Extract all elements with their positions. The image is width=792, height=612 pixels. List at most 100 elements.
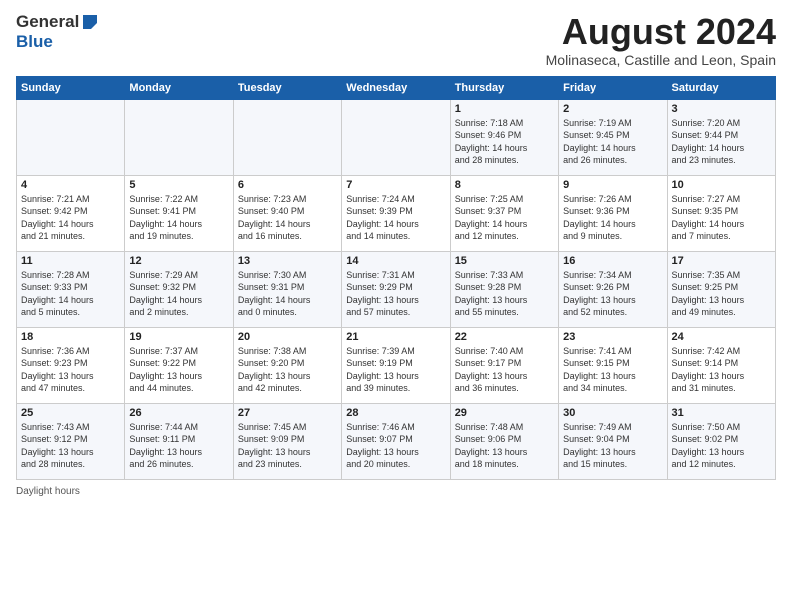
day-cell: 18Sunrise: 7:36 AM Sunset: 9:23 PM Dayli… (17, 327, 125, 403)
day-cell: 19 Sunrise: 7:37 AM Sunset: 9:22 PM Dayli… (125, 327, 233, 403)
day-info: Sunrise: 7:22 AM Sunset: 9:41 PM Dayligh… (129, 193, 228, 243)
day-number: 21 (346, 331, 445, 343)
day-number: 10 (672, 179, 771, 191)
title-block: August 2024 Molinaseca, Castille and Leo… (546, 12, 776, 68)
week-row-3: 11Sunrise: 7:28 AM Sunset: 9:33 PM Dayli… (17, 251, 776, 327)
day-cell: 26 Sunrise: 7:44 AM Sunset: 9:11 PM Dayli… (125, 403, 233, 479)
header-cell-wednesday: Wednesday (342, 76, 450, 99)
day-cell: 23Sunrise: 7:41 AM Sunset: 9:15 PM Dayli… (559, 327, 667, 403)
day-cell: 22Sunrise: 7:40 AM Sunset: 9:17 PM Dayli… (450, 327, 558, 403)
day-number: 15 (455, 255, 554, 267)
day-cell: 10Sunrise: 7:27 AM Sunset: 9:35 PM Dayli… (667, 175, 775, 251)
day-cell: 11Sunrise: 7:28 AM Sunset: 9:33 PM Dayli… (17, 251, 125, 327)
day-number: 4 (21, 179, 120, 191)
day-info: Sunrise: 7:50 AM Sunset: 9:02 PM Dayligh… (672, 421, 771, 471)
day-cell (17, 99, 125, 175)
day-cell: 9 Sunrise: 7:26 AM Sunset: 9:36 PM Daylig… (559, 175, 667, 251)
day-info: Sunrise: 7:45 AM Sunset: 9:09 PM Dayligh… (238, 421, 337, 471)
day-info: Sunrise: 7:30 AM Sunset: 9:31 PM Dayligh… (238, 269, 337, 319)
logo-line-1: General (16, 12, 99, 32)
day-number: 23 (563, 331, 662, 343)
day-info: Sunrise: 7:23 AM Sunset: 9:40 PM Dayligh… (238, 193, 337, 243)
day-info: Sunrise: 7:20 AM Sunset: 9:44 PM Dayligh… (672, 117, 771, 167)
header-cell-tuesday: Tuesday (233, 76, 341, 99)
day-cell: 1 Sunrise: 7:18 AM Sunset: 9:46 PM Daylig… (450, 99, 558, 175)
day-info: Sunrise: 7:38 AM Sunset: 9:20 PM Dayligh… (238, 345, 337, 395)
day-cell: 6 Sunrise: 7:23 AM Sunset: 9:40 PM Daylig… (233, 175, 341, 251)
day-number: 2 (563, 103, 662, 115)
day-cell: 2 Sunrise: 7:19 AM Sunset: 9:45 PM Daylig… (559, 99, 667, 175)
day-number: 6 (238, 179, 337, 191)
logo-icon (81, 13, 99, 31)
day-cell (125, 99, 233, 175)
calendar-table: SundayMondayTuesdayWednesdayThursdayFrid… (16, 76, 776, 480)
day-number: 27 (238, 407, 337, 419)
day-info: Sunrise: 7:49 AM Sunset: 9:04 PM Dayligh… (563, 421, 662, 471)
header-cell-sunday: Sunday (17, 76, 125, 99)
day-info: Sunrise: 7:37 AM Sunset: 9:22 PM Dayligh… (129, 345, 228, 395)
week-row-5: 25 Sunrise: 7:43 AM Sunset: 9:12 PM Dayli… (17, 403, 776, 479)
day-info: Sunrise: 7:25 AM Sunset: 9:37 PM Dayligh… (455, 193, 554, 243)
logo-line-2: Blue (16, 32, 53, 52)
day-cell (233, 99, 341, 175)
header: General Blue August 2024 Molinaseca, Cas… (16, 12, 776, 68)
footer: Daylight hours (16, 486, 776, 497)
day-number: 5 (129, 179, 228, 191)
logo-general: General (16, 12, 79, 32)
day-cell (342, 99, 450, 175)
day-number: 30 (563, 407, 662, 419)
day-cell: 12 Sunrise: 7:29 AM Sunset: 9:32 PM Dayli… (125, 251, 233, 327)
day-info: Sunrise: 7:19 AM Sunset: 9:45 PM Dayligh… (563, 117, 662, 167)
day-info: Sunrise: 7:24 AM Sunset: 9:39 PM Dayligh… (346, 193, 445, 243)
day-cell: 30 Sunrise: 7:49 AM Sunset: 9:04 PM Dayli… (559, 403, 667, 479)
day-number: 31 (672, 407, 771, 419)
day-info: Sunrise: 7:18 AM Sunset: 9:46 PM Dayligh… (455, 117, 554, 167)
day-number: 19 (129, 331, 228, 343)
logo: General Blue (16, 12, 99, 52)
day-cell: 16 Sunrise: 7:34 AM Sunset: 9:26 PM Dayli… (559, 251, 667, 327)
day-number: 16 (563, 255, 662, 267)
day-info: Sunrise: 7:31 AM Sunset: 9:29 PM Dayligh… (346, 269, 445, 319)
day-number: 25 (21, 407, 120, 419)
calendar-subtitle: Molinaseca, Castille and Leon, Spain (546, 52, 776, 68)
page: General Blue August 2024 Molinaseca, Cas… (0, 0, 792, 505)
day-info: Sunrise: 7:48 AM Sunset: 9:06 PM Dayligh… (455, 421, 554, 471)
day-info: Sunrise: 7:43 AM Sunset: 9:12 PM Dayligh… (21, 421, 120, 471)
day-number: 26 (129, 407, 228, 419)
day-info: Sunrise: 7:44 AM Sunset: 9:11 PM Dayligh… (129, 421, 228, 471)
week-row-2: 4Sunrise: 7:21 AM Sunset: 9:42 PM Daylig… (17, 175, 776, 251)
day-number: 28 (346, 407, 445, 419)
day-info: Sunrise: 7:26 AM Sunset: 9:36 PM Dayligh… (563, 193, 662, 243)
day-number: 9 (563, 179, 662, 191)
day-cell: 24Sunrise: 7:42 AM Sunset: 9:14 PM Dayli… (667, 327, 775, 403)
day-number: 24 (672, 331, 771, 343)
day-number: 17 (672, 255, 771, 267)
header-cell-saturday: Saturday (667, 76, 775, 99)
day-number: 1 (455, 103, 554, 115)
calendar-body: 1 Sunrise: 7:18 AM Sunset: 9:46 PM Daylig… (17, 99, 776, 479)
day-info: Sunrise: 7:33 AM Sunset: 9:28 PM Dayligh… (455, 269, 554, 319)
day-number: 18 (21, 331, 120, 343)
calendar-title: August 2024 (546, 12, 776, 52)
calendar-header: SundayMondayTuesdayWednesdayThursdayFrid… (17, 76, 776, 99)
day-cell: 14 Sunrise: 7:31 AM Sunset: 9:29 PM Dayli… (342, 251, 450, 327)
day-info: Sunrise: 7:28 AM Sunset: 9:33 PM Dayligh… (21, 269, 120, 319)
day-info: Sunrise: 7:29 AM Sunset: 9:32 PM Dayligh… (129, 269, 228, 319)
header-cell-thursday: Thursday (450, 76, 558, 99)
day-info: Sunrise: 7:46 AM Sunset: 9:07 PM Dayligh… (346, 421, 445, 471)
day-info: Sunrise: 7:35 AM Sunset: 9:25 PM Dayligh… (672, 269, 771, 319)
day-number: 12 (129, 255, 228, 267)
day-number: 20 (238, 331, 337, 343)
day-info: Sunrise: 7:34 AM Sunset: 9:26 PM Dayligh… (563, 269, 662, 319)
day-number: 14 (346, 255, 445, 267)
day-cell: 17 Sunrise: 7:35 AM Sunset: 9:25 PM Dayli… (667, 251, 775, 327)
day-cell: 20 Sunrise: 7:38 AM Sunset: 9:20 PM Dayli… (233, 327, 341, 403)
header-row: SundayMondayTuesdayWednesdayThursdayFrid… (17, 76, 776, 99)
day-cell: 3 Sunrise: 7:20 AM Sunset: 9:44 PM Daylig… (667, 99, 775, 175)
day-cell: 15 Sunrise: 7:33 AM Sunset: 9:28 PM Dayli… (450, 251, 558, 327)
day-number: 8 (455, 179, 554, 191)
day-cell: 21Sunrise: 7:39 AM Sunset: 9:19 PM Dayli… (342, 327, 450, 403)
day-number: 7 (346, 179, 445, 191)
day-number: 3 (672, 103, 771, 115)
day-cell: 27 Sunrise: 7:45 AM Sunset: 9:09 PM Dayli… (233, 403, 341, 479)
